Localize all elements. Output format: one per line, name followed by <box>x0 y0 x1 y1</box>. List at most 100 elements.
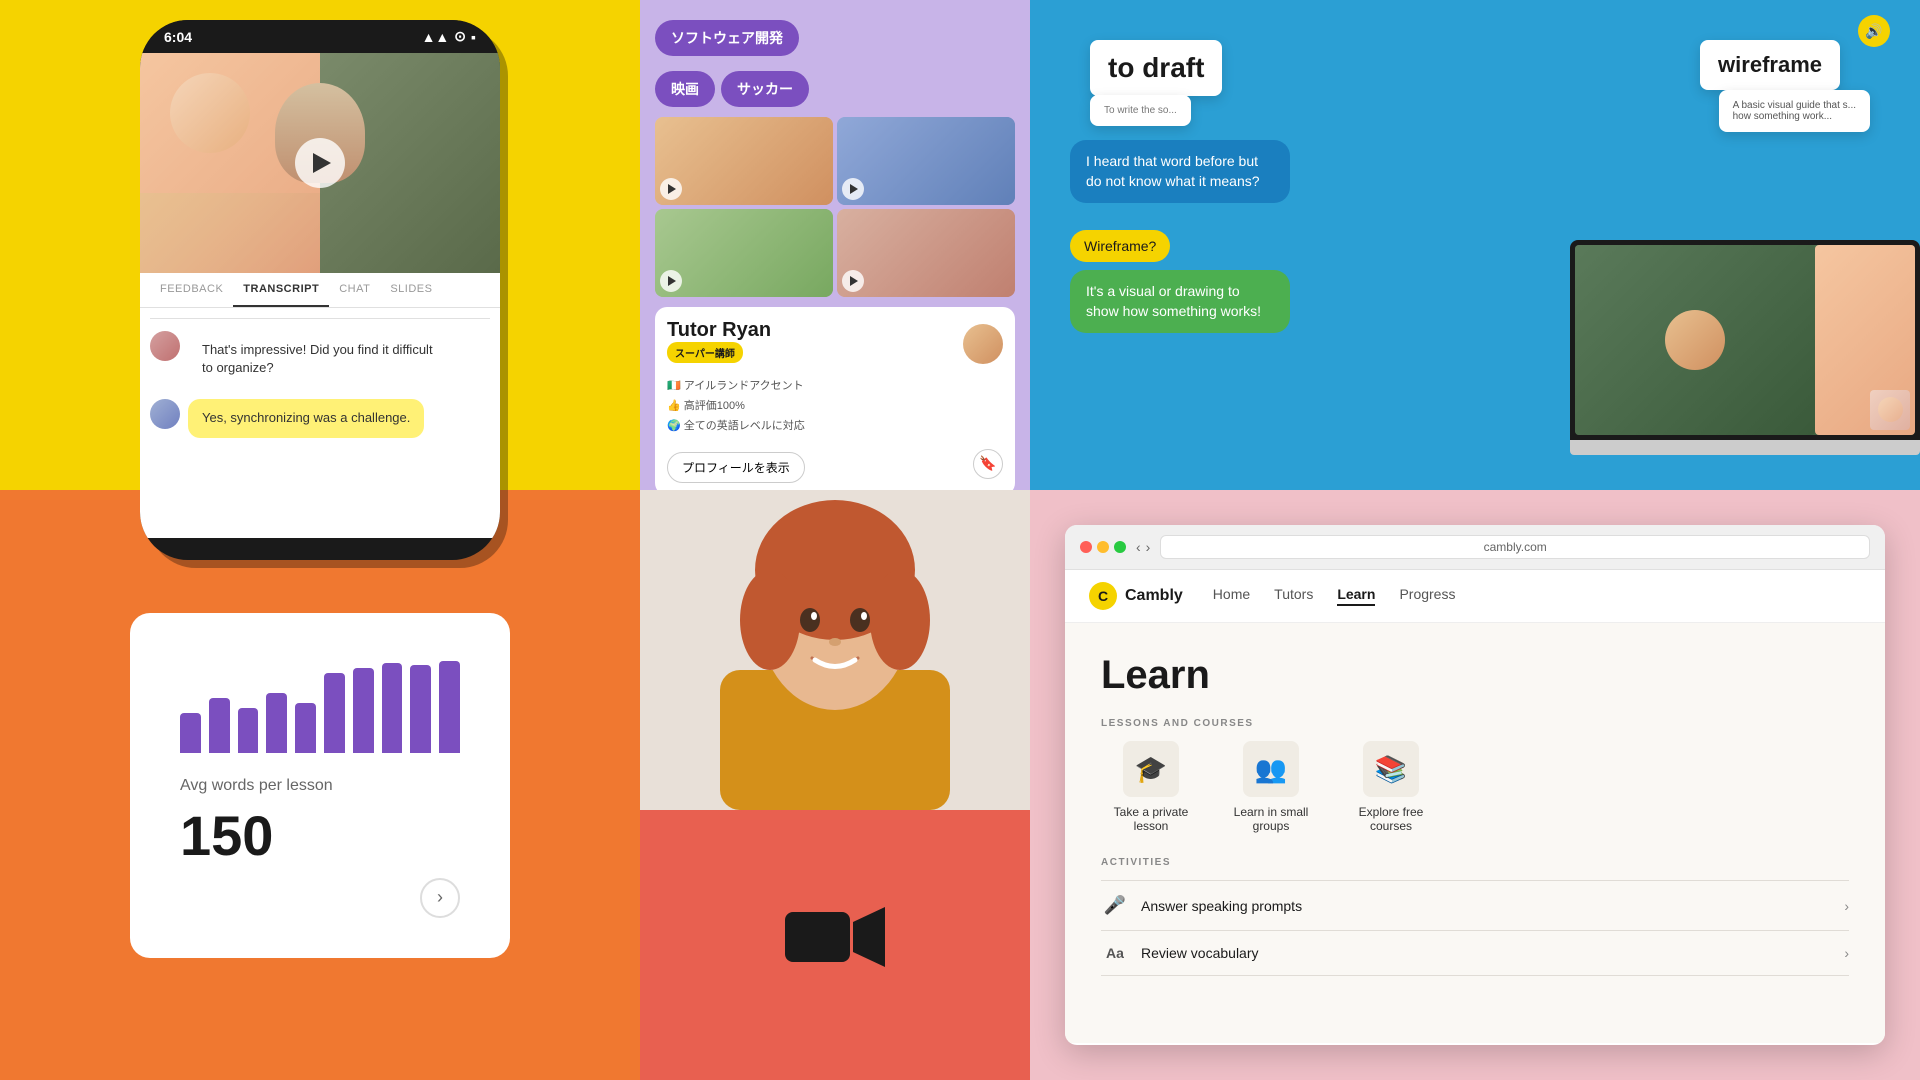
tutor-stat-2: 👍 高評価100% <box>667 397 1003 417</box>
tutor-thumb-2 <box>837 117 1015 205</box>
browser-bar: ‹ › cambly.com <box>1065 525 1885 570</box>
stats-arrow-button[interactable]: › <box>420 878 460 918</box>
tutor-stat-3: 🌍 全ての英語レベルに対応 <box>667 417 1003 437</box>
avatar-received <box>150 331 180 361</box>
browser-back[interactable]: ‹ <box>1136 539 1141 555</box>
cambly-nav-items: Home Tutors Learn Progress <box>1213 586 1456 606</box>
stats-label: Avg words per lesson <box>180 777 460 795</box>
chat-question-bubble: I heard that word before but do not know… <box>1070 140 1290 203</box>
bar-item <box>266 693 287 753</box>
groups-lesson-icon: 👥 <box>1243 741 1299 797</box>
lessons-section-label: LESSONS AND COURSES <box>1101 718 1849 729</box>
battery-icon: ▪ <box>471 29 476 45</box>
bar-item <box>180 713 201 753</box>
activity-vocabulary-arrow: › <box>1844 945 1849 961</box>
avatar-sent <box>150 399 180 429</box>
person-photo <box>640 490 1030 810</box>
vocab-word-card: to draft <box>1090 40 1222 96</box>
nav-home[interactable]: Home <box>1213 586 1250 606</box>
vocab-def-visual: A basic visual guide that s...how someth… <box>1719 90 1870 132</box>
chip-software[interactable]: ソフトウェア開発 <box>655 20 799 56</box>
thumb-play-1[interactable] <box>660 178 682 200</box>
play-button[interactable] <box>295 138 345 188</box>
bar-item <box>439 661 460 753</box>
browser-url-bar[interactable]: cambly.com <box>1160 535 1870 559</box>
learn-page-title: Learn <box>1101 653 1849 698</box>
tutor-thumb-4 <box>837 209 1015 297</box>
activities-list: 🎤 Answer speaking prompts › Aa Review vo… <box>1101 880 1849 976</box>
vocab-wireframe-card: wireframe <box>1700 40 1840 90</box>
chat-area: That's impressive! Did you find it diffi… <box>140 308 500 538</box>
topic-chips: ソフトウェア開発 <box>655 20 1015 56</box>
chat-bubble-received: That's impressive! Did you find it diffi… <box>188 331 448 387</box>
chip-movie[interactable]: 映画 <box>655 71 715 107</box>
activity-speaking-left: 🎤 Answer speaking prompts <box>1101 895 1302 916</box>
bar-item <box>209 698 230 753</box>
person-illustration <box>640 490 1030 810</box>
tab-feedback[interactable]: FEEDBACK <box>150 273 233 307</box>
microphone-icon: 🎤 <box>1101 895 1129 916</box>
vocabulary-icon: Aa <box>1101 945 1129 961</box>
browser-maximize-dot[interactable] <box>1114 541 1126 553</box>
laptop-screen <box>1570 240 1920 440</box>
thumb-play-2[interactable] <box>842 178 864 200</box>
phone-tabs: FEEDBACK TRANSCRIPT CHAT SLIDES <box>140 273 500 308</box>
laptop-base <box>1570 440 1920 455</box>
lesson-card-groups[interactable]: 👥 Learn in small groups <box>1221 741 1321 833</box>
phone-video-player <box>140 53 500 273</box>
browser-window: ‹ › cambly.com C Cambly Home Tutors Lear… <box>1065 525 1885 1045</box>
nav-tutors[interactable]: Tutors <box>1274 586 1313 606</box>
tab-chat[interactable]: CHAT <box>329 273 380 307</box>
stats-number: 150 <box>180 803 460 868</box>
video-thumbnail[interactable] <box>640 810 1030 1080</box>
thumb-play-4[interactable] <box>842 270 864 292</box>
phone-section: 6:04 ▲▲ ⊙ ▪ FEEDBACK TRANSCRIPT CHAT SLI <box>0 0 640 490</box>
tutor-super-badge: スーパー講師 <box>667 342 743 363</box>
chat-answer-label: Wireframe? <box>1070 230 1170 262</box>
activity-vocabulary-label: Review vocabulary <box>1141 945 1259 961</box>
phone-frame: 6:04 ▲▲ ⊙ ▪ FEEDBACK TRANSCRIPT CHAT SLI <box>140 20 500 560</box>
person-section <box>640 490 1030 1080</box>
bar-item <box>353 668 374 753</box>
tab-transcript[interactable]: TRANSCRIPT <box>233 273 329 307</box>
wifi-icon: ⊙ <box>454 28 466 45</box>
signal-icon: ▲▲ <box>422 29 450 45</box>
groups-lesson-label: Learn in small groups <box>1221 805 1321 833</box>
vocab-def-write: To write the so... <box>1090 95 1191 126</box>
activities-section-label: ACTIVITIES <box>1101 857 1849 868</box>
lesson-card-private[interactable]: 🎓 Take a private lesson <box>1101 741 1201 833</box>
profile-button[interactable]: プロフィールを表示 <box>667 452 805 483</box>
activity-speaking[interactable]: 🎤 Answer speaking prompts › <box>1101 881 1849 931</box>
phone-status-bar: 6:04 ▲▲ ⊙ ▪ <box>140 20 500 53</box>
chip-soccer[interactable]: サッカー <box>721 71 809 107</box>
bar-item <box>324 673 345 753</box>
nav-learn[interactable]: Learn <box>1337 586 1375 606</box>
cambly-navbar: C Cambly Home Tutors Learn Progress <box>1065 570 1885 623</box>
bar-item <box>295 703 316 753</box>
thumb-play-3[interactable] <box>660 270 682 292</box>
bookmark-button[interactable]: 🔖 <box>973 449 1003 479</box>
cambly-learn-page: Learn LESSONS AND COURSES 🎓 Take a priva… <box>1065 623 1885 1043</box>
bar-item <box>382 663 403 753</box>
activity-vocabulary-left: Aa Review vocabulary <box>1101 945 1259 961</box>
chat-message-received: That's impressive! Did you find it diffi… <box>150 331 490 387</box>
vocab-section: to draft To write the so... wireframe A … <box>1030 0 1920 490</box>
browser-forward[interactable]: › <box>1146 539 1151 555</box>
video-participant-2 <box>320 53 500 273</box>
bar-item <box>410 665 431 753</box>
browser-minimize-dot[interactable] <box>1097 541 1109 553</box>
stats-card: Avg words per lesson 150 › <box>130 613 510 958</box>
bar-chart <box>180 653 460 753</box>
nav-progress[interactable]: Progress <box>1399 586 1455 606</box>
tutor-name: Tutor Ryan <box>667 319 771 342</box>
lesson-card-courses[interactable]: 📚 Explore free courses <box>1341 741 1441 833</box>
private-lesson-label: Take a private lesson <box>1101 805 1201 833</box>
chat-message-sent: Yes, synchronizing was a challenge. <box>150 399 490 437</box>
browser-dots <box>1080 541 1126 553</box>
activity-vocabulary[interactable]: Aa Review vocabulary › <box>1101 931 1849 976</box>
browser-close-dot[interactable] <box>1080 541 1092 553</box>
sound-icon[interactable]: 🔊 <box>1858 15 1890 47</box>
bar-item <box>238 708 259 753</box>
tutor-thumb-3 <box>655 209 833 297</box>
tab-slides[interactable]: SLIDES <box>380 273 442 307</box>
